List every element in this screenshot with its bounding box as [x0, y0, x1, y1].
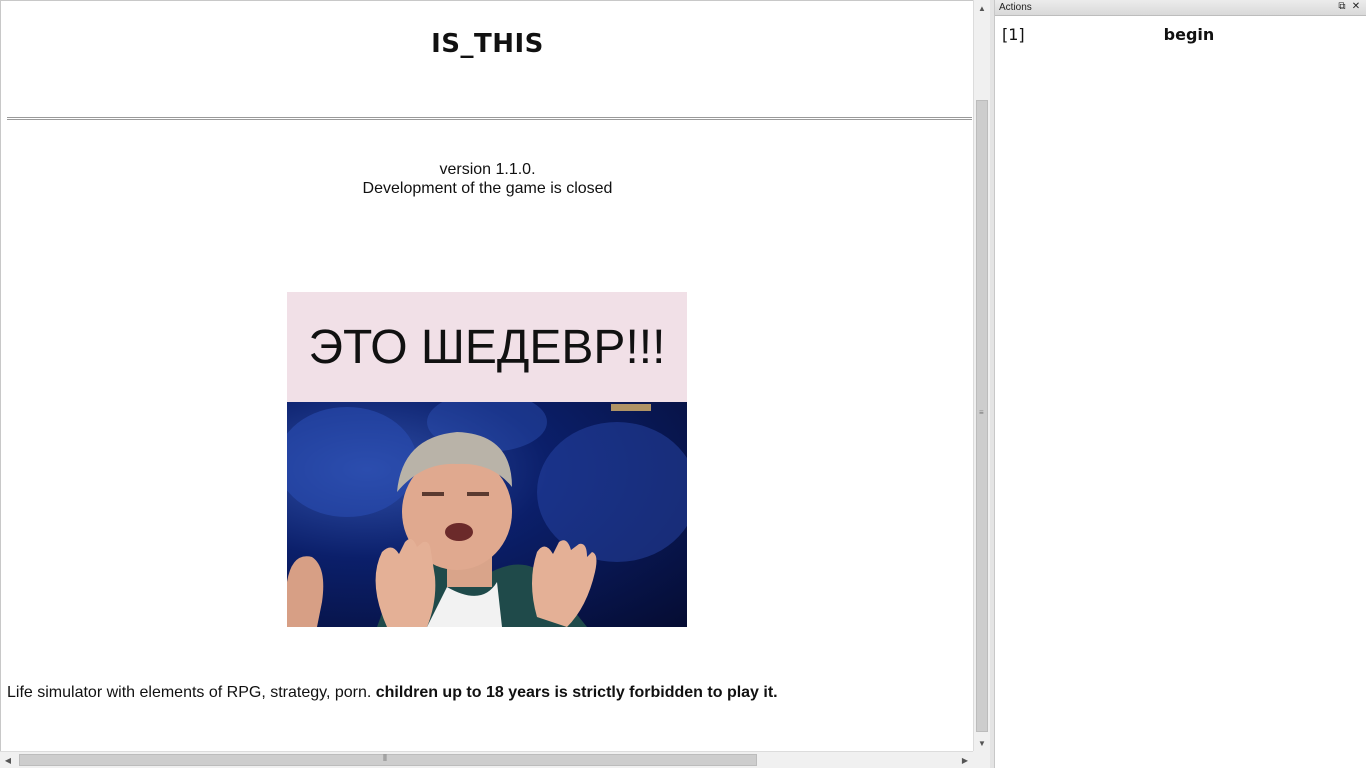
age-warning-text: children up to 18 years is strictly forb… — [375, 684, 778, 701]
title-divider — [7, 117, 972, 120]
description-text: Life simulator with elements of RPG, str… — [7, 684, 376, 701]
grip-icon: ⦀ — [383, 753, 387, 763]
game-description: Life simulator with elements of RPG, str… — [7, 684, 778, 702]
version-info: version 1.1.0. Development of the game i… — [1, 160, 973, 198]
vertical-scrollbar[interactable]: ▲ ≡ ▼ — [973, 0, 990, 751]
dev-status-text: Development of the game is closed — [362, 180, 613, 197]
grip-icon: ≡ — [979, 408, 984, 417]
meme-caption: ЭТО ШЕДЕВР!!! — [287, 292, 687, 402]
actions-panel-title: Actions — [999, 2, 1032, 13]
game-title: IS_THIS — [431, 29, 544, 59]
meme-photo-illustration — [287, 402, 687, 627]
meme-image: ЭТО ШЕДЕВР!!! — [287, 292, 687, 627]
version-text: version 1.1.0. — [439, 161, 536, 178]
action-item-begin[interactable]: [1] begin — [995, 24, 1366, 46]
actions-panel-header: Actions ⧉ ✕ — [995, 0, 1366, 16]
main-description-pane: IS_THIS version 1.1.0. Development of th… — [0, 0, 973, 751]
arrow-down-icon[interactable]: ▼ — [974, 735, 990, 751]
meme-photo — [287, 402, 687, 627]
actions-panel: Actions ⧉ ✕ [1] begin — [994, 0, 1366, 768]
action-label[interactable]: begin — [995, 25, 1366, 44]
scrollbar-corner — [973, 751, 990, 768]
window-maximize-icon[interactable]: ⧉ — [1336, 1, 1348, 13]
horizontal-scrollbar-thumb[interactable]: ⦀ — [19, 753, 757, 766]
vertical-scrollbar-thumb[interactable]: ≡ — [976, 100, 988, 732]
arrow-up-icon[interactable]: ▲ — [974, 0, 990, 16]
horizontal-scrollbar[interactable]: ◀ ⦀ ▶ — [0, 751, 973, 768]
arrow-left-icon[interactable]: ◀ — [0, 752, 16, 768]
arrow-right-icon[interactable]: ▶ — [957, 752, 973, 768]
close-icon[interactable]: ✕ — [1350, 1, 1362, 13]
